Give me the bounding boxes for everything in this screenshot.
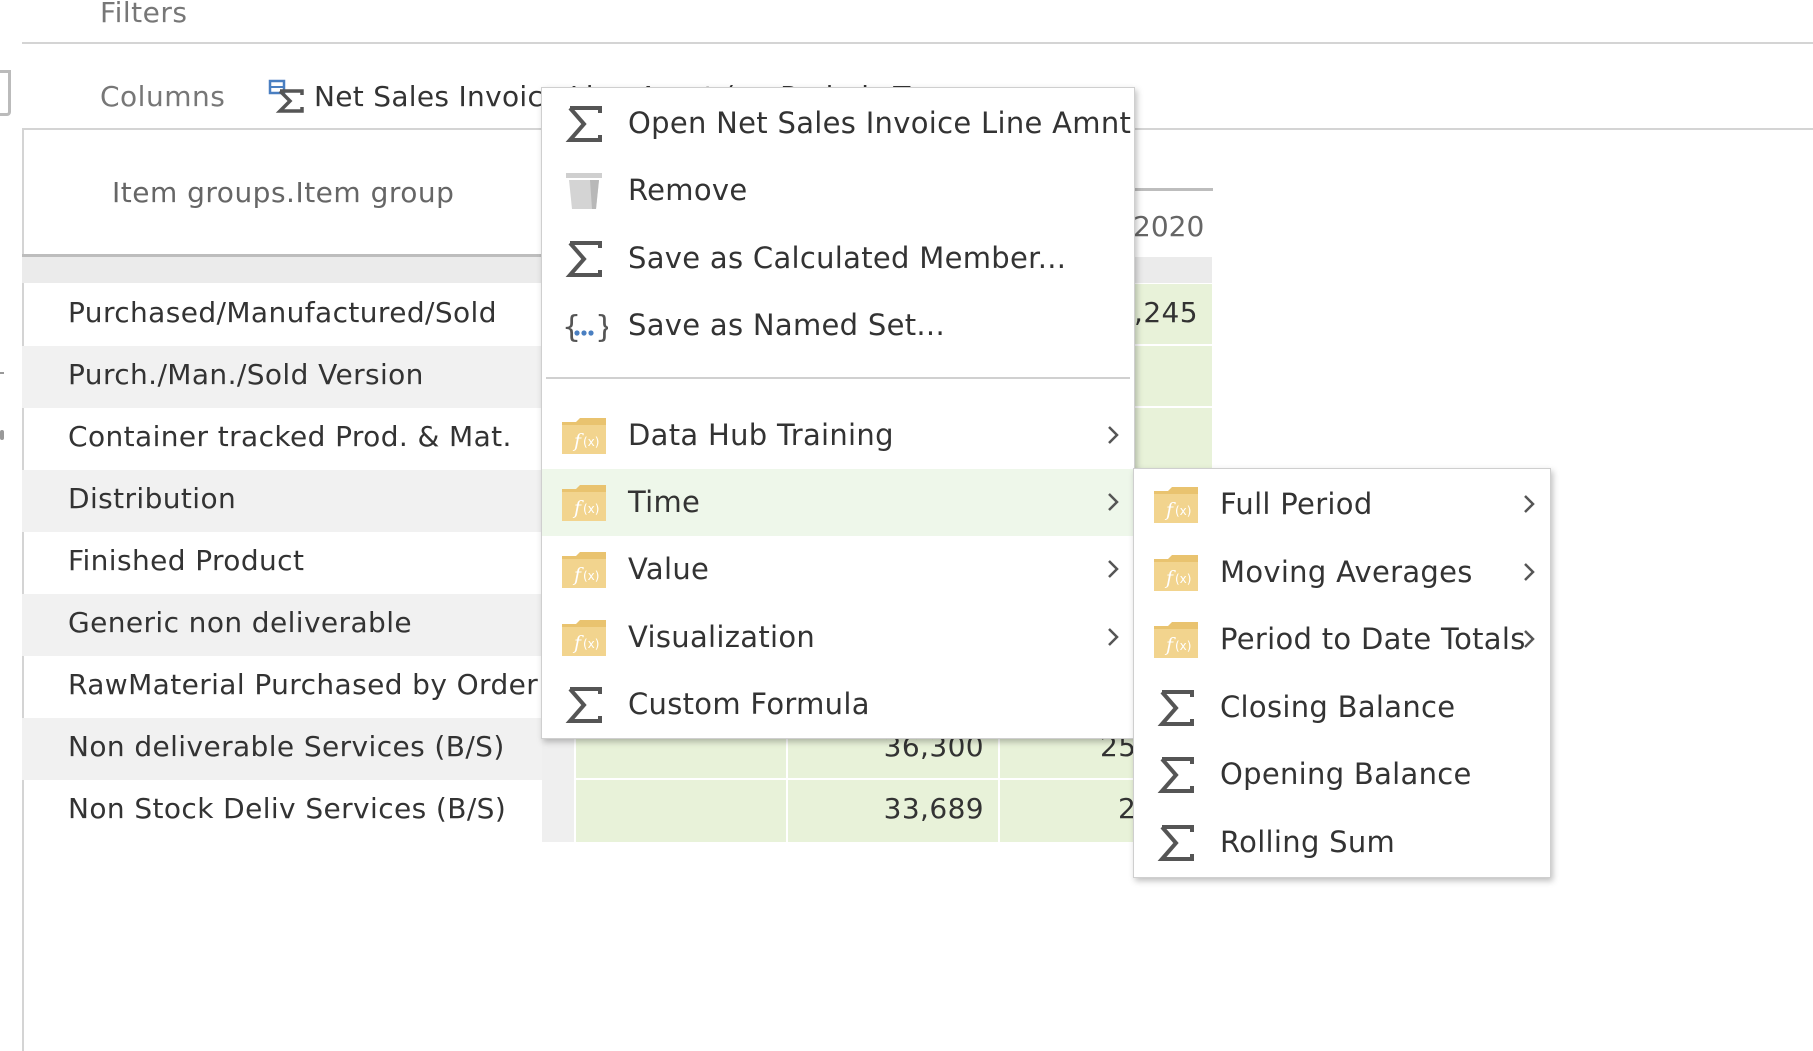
menu-separator: [546, 377, 1130, 379]
table-row[interactable]: Distribution: [22, 470, 542, 532]
chevron-right-icon: [1518, 489, 1540, 519]
trash-icon[interactable]: [0, 70, 11, 116]
menu-item-value[interactable]: Value: [542, 536, 1134, 603]
row-label[interactable]: RawMaterial Purchased by Order: [68, 668, 538, 701]
value-cell[interactable]: [1133, 346, 1212, 406]
menu-item-label: Value: [628, 552, 710, 586]
cell-value: ,245: [1134, 296, 1198, 329]
menu-item-save-calculated-member[interactable]: Save as Calculated Member...: [542, 225, 1134, 292]
row-label[interactable]: Purch./Man./Sold Version: [68, 358, 424, 391]
named-set-icon: { }: [562, 310, 608, 345]
function-folder-icon: [560, 416, 608, 456]
submenu-item-label: Full Period: [1220, 487, 1373, 521]
menu-item-label: Visualization: [628, 620, 816, 654]
menu-item-label: Save as Calculated Member...: [628, 241, 1067, 275]
menu-item-time[interactable]: Time: [542, 469, 1134, 536]
filters-divider: [22, 42, 1813, 44]
menu-item-label: Remove: [628, 173, 748, 207]
context-menu: Open Net Sales Invoice Line Amnt Remove …: [541, 87, 1135, 739]
row-header-item-group[interactable]: Item groups.Item group: [112, 176, 454, 209]
menu-item-remove[interactable]: Remove: [542, 157, 1134, 224]
column-header-year[interactable]: 2020: [1133, 210, 1204, 243]
chevron-right-icon: [1102, 622, 1124, 652]
menu-item-label: Data Hub Training: [628, 418, 894, 452]
row-label[interactable]: Purchased/Manufactured/Sold: [68, 296, 497, 329]
table-row[interactable]: Non Stock Deliv Services (B/S): [22, 780, 542, 842]
menu-item-custom-formula[interactable]: Custom Formula: [542, 671, 1134, 738]
year-header-divider: [1133, 188, 1213, 191]
chevron-right-icon: [1102, 554, 1124, 584]
time-submenu: Full Period Moving Averages Period to Da…: [1133, 468, 1551, 878]
menu-item-open[interactable]: Open Net Sales Invoice Line Amnt: [542, 90, 1134, 157]
submenu-item-opening-balance[interactable]: Opening Balance: [1134, 741, 1550, 808]
submenu-item-label: Opening Balance: [1220, 757, 1472, 791]
menu-item-label: Open Net Sales Invoice Line Amnt: [628, 106, 1132, 140]
chevron-right-icon: [1518, 624, 1540, 654]
row-label[interactable]: Generic non deliverable: [68, 606, 412, 639]
filters-label: Filters: [100, 0, 188, 29]
sigma-icon: [1152, 688, 1200, 728]
row-label[interactable]: Distribution: [68, 482, 236, 515]
sigma-icon: [1152, 755, 1200, 795]
table-row[interactable]: Purch./Man./Sold Version: [22, 346, 542, 408]
submenu-item-moving-averages[interactable]: Moving Averages: [1134, 539, 1550, 606]
submenu-item-label: Moving Averages: [1220, 555, 1473, 589]
function-folder-icon: [1152, 620, 1200, 660]
menu-item-label: Custom Formula: [628, 687, 870, 721]
sigma-icon: [560, 104, 608, 144]
table-row[interactable]: RawMaterial Purchased by Order: [22, 656, 542, 718]
table-row[interactable]: Container tracked Prod. & Mat.: [22, 408, 542, 470]
value-cell[interactable]: 33,689: [788, 780, 998, 842]
chevron-right-icon: [1518, 557, 1540, 587]
sigma-icon: [560, 239, 608, 279]
submenu-item-rolling-sum[interactable]: Rolling Sum: [1134, 809, 1550, 876]
menu-item-label: Time: [628, 485, 701, 519]
row-label[interactable]: Non Stock Deliv Services (B/S): [68, 792, 506, 825]
function-folder-icon: [560, 618, 608, 658]
submenu-item-label: Rolling Sum: [1220, 825, 1396, 859]
submenu-item-label: Period to Date Totals: [1220, 622, 1526, 656]
side-marker: [0, 372, 4, 374]
sigma-icon: [560, 685, 608, 725]
chevron-right-icon: [1102, 487, 1124, 517]
table-row[interactable]: Generic non deliverable: [22, 594, 542, 656]
menu-item-save-named-set[interactable]: { } Save as Named Set...: [542, 292, 1134, 359]
table-row[interactable]: Purchased/Manufactured/Sold: [22, 284, 542, 346]
columns-label: Columns: [100, 80, 226, 113]
table-row[interactable]: Non deliverable Services (B/S): [22, 718, 542, 780]
svg-text:}: }: [595, 310, 608, 345]
row-label[interactable]: Non deliverable Services (B/S): [68, 730, 505, 763]
value-cell[interactable]: [576, 780, 786, 842]
menu-item-visualization[interactable]: Visualization: [542, 604, 1134, 671]
row-label[interactable]: Finished Product: [68, 544, 304, 577]
value-cell[interactable]: 2: [1000, 780, 1136, 842]
function-folder-icon: [1152, 485, 1200, 525]
trash-icon: [560, 171, 608, 211]
table-row[interactable]: Finished Product: [22, 532, 542, 594]
svg-text:{: {: [562, 310, 581, 345]
side-marker: [0, 430, 4, 440]
function-folder-icon: [1152, 553, 1200, 593]
row-header-divider: [22, 254, 542, 257]
value-cell[interactable]: ,245: [1133, 284, 1212, 344]
row-label[interactable]: Container tracked Prod. & Mat.: [68, 420, 512, 453]
function-folder-icon: [560, 550, 608, 590]
value-cell[interactable]: [1133, 408, 1212, 468]
calculated-measure-icon: [268, 79, 304, 113]
function-folder-icon: [560, 483, 608, 523]
submenu-item-full-period[interactable]: Full Period: [1134, 471, 1550, 538]
submenu-item-period-to-date-totals[interactable]: Period to Date Totals: [1134, 606, 1550, 673]
cell-value: 33,689: [883, 792, 984, 825]
menu-item-label: Save as Named Set...: [628, 308, 945, 342]
submenu-item-closing-balance[interactable]: Closing Balance: [1134, 674, 1550, 741]
sigma-icon: [1152, 823, 1200, 863]
menu-item-data-hub-training[interactable]: Data Hub Training: [542, 402, 1134, 469]
chevron-right-icon: [1102, 420, 1124, 450]
submenu-item-label: Closing Balance: [1220, 690, 1456, 724]
